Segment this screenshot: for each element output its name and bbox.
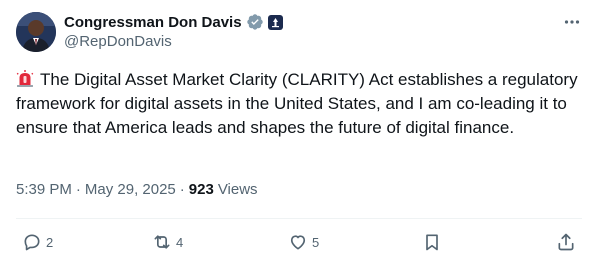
repost-icon bbox=[154, 235, 170, 249]
post-date[interactable]: May 29, 2025 bbox=[85, 181, 176, 198]
author-row: Congressman Don Davis bbox=[64, 12, 283, 32]
post-body: The Digital Asset Market Clarity (CLARIT… bbox=[16, 70, 578, 137]
share-button[interactable] bbox=[556, 226, 576, 258]
more-options-icon[interactable] bbox=[562, 12, 582, 32]
bookmark-button[interactable] bbox=[422, 226, 442, 258]
meta-separator: · bbox=[179, 181, 185, 198]
views-count[interactable]: 923 bbox=[189, 181, 214, 198]
post-time[interactable]: 5:39 PM bbox=[16, 181, 72, 198]
reply-button[interactable]: 2 bbox=[22, 226, 53, 258]
avatar-image bbox=[16, 12, 56, 52]
post-meta: 5:39 PM · May 29, 2025 · 923 Views bbox=[16, 181, 258, 198]
repost-count: 4 bbox=[176, 234, 184, 250]
action-bar: 2 4 5 bbox=[16, 226, 582, 258]
share-icon bbox=[558, 233, 574, 251]
avatar[interactable] bbox=[16, 12, 56, 52]
heart-icon bbox=[290, 235, 306, 250]
post-text: The Digital Asset Market Clarity (CLARIT… bbox=[16, 68, 582, 140]
author-handle[interactable]: @RepDonDavis bbox=[64, 33, 172, 50]
reply-count: 2 bbox=[46, 234, 54, 250]
reply-icon bbox=[24, 234, 40, 251]
like-count: 5 bbox=[312, 234, 320, 250]
views-label[interactable]: Views bbox=[218, 181, 258, 198]
like-button[interactable]: 5 bbox=[288, 226, 319, 258]
divider bbox=[16, 218, 582, 219]
government-affiliation-icon[interactable] bbox=[267, 14, 283, 30]
repost-button[interactable]: 4 bbox=[152, 226, 183, 258]
verified-badge-icon[interactable] bbox=[246, 13, 264, 31]
bookmark-icon bbox=[426, 234, 438, 251]
meta-separator: · bbox=[75, 181, 81, 198]
siren-emoji-icon bbox=[16, 70, 34, 88]
post-card: Congressman Don Davis @RepDonDavis The D… bbox=[0, 0, 598, 265]
author-name[interactable]: Congressman Don Davis bbox=[64, 14, 242, 31]
